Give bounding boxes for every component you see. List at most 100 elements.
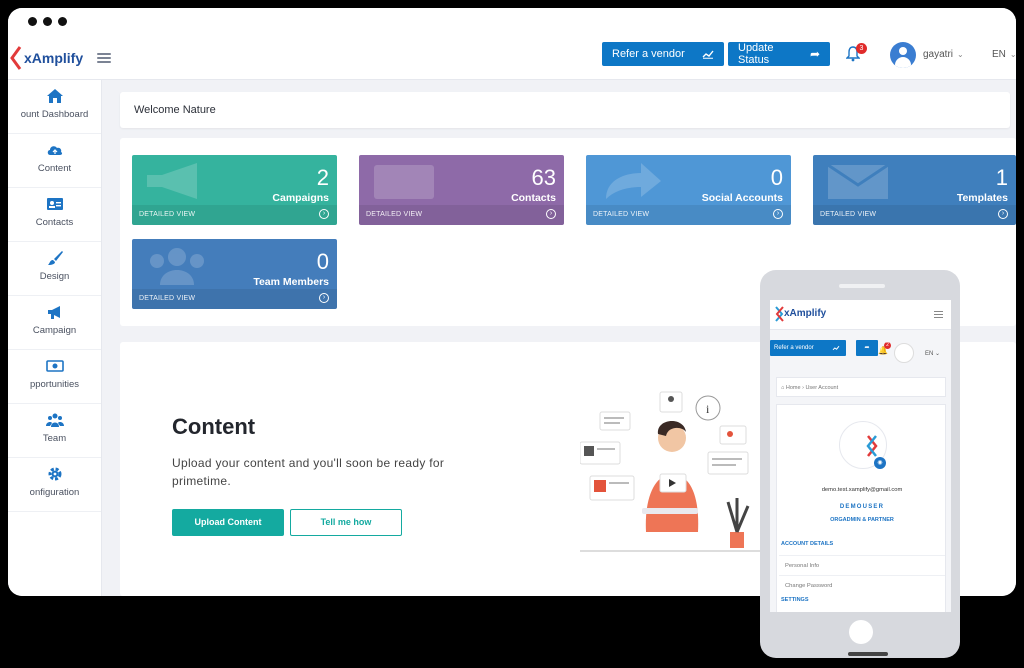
sidebar-item-label: onfiguration bbox=[29, 487, 80, 498]
sidebar-item-contacts[interactable]: Contacts bbox=[8, 188, 101, 242]
stage: xAmplify Refer a vendor Update Status ➦ … bbox=[0, 0, 1024, 668]
detailed-view-link[interactable]: DETAILED VIEW bbox=[593, 211, 649, 218]
gear-icon bbox=[48, 467, 61, 481]
account-details-heading: ACCOUNT DETAILS bbox=[781, 541, 834, 547]
language-label: EN bbox=[992, 49, 1006, 60]
language-selector[interactable]: EN ⌄ bbox=[925, 350, 940, 357]
money-icon bbox=[45, 360, 64, 372]
refer-vendor-label: Refer a vendor bbox=[774, 345, 814, 351]
stat-card-contacts[interactable]: 63 Contacts DETAILED VIEW › bbox=[359, 155, 564, 225]
content-title: Content bbox=[172, 414, 256, 439]
tell-me-how-button[interactable]: Tell me how bbox=[290, 509, 402, 536]
refer-vendor-button[interactable]: Refer a vendor bbox=[602, 42, 724, 66]
sidebar-item-label: ount Dashboard bbox=[20, 109, 89, 120]
arrow-circle-icon: › bbox=[998, 209, 1008, 219]
update-status-button[interactable]: Update Status ➦ bbox=[728, 42, 830, 66]
content-description: Upload your content and you'll soon be r… bbox=[172, 456, 445, 488]
contact-card-icon bbox=[374, 165, 434, 199]
stat-label: Campaigns bbox=[272, 192, 329, 204]
user-menu[interactable]: gayatri ⌄ bbox=[923, 49, 964, 60]
window-dot[interactable] bbox=[28, 17, 37, 26]
home-icon bbox=[46, 89, 63, 103]
phone-mockup: xAmplify Refer a vendor ➦ 🔔 2 EN ⌄ ⌂ Hom… bbox=[760, 270, 960, 658]
stat-card-team-members[interactable]: 0 Team Members DETAILED VIEW › bbox=[132, 239, 337, 309]
team-icon bbox=[45, 413, 64, 427]
detailed-view-link[interactable]: DETAILED VIEW bbox=[820, 211, 876, 218]
sidebar: ount Dashboard Content Contacts Design C… bbox=[8, 80, 102, 596]
settings-heading: SETTINGS bbox=[781, 597, 809, 603]
detailed-view-link[interactable]: DETAILED VIEW bbox=[139, 295, 195, 302]
stat-value: 2 bbox=[316, 165, 329, 190]
profile-card: ◉ demo.test.xamplify@gmail.com DEMOUSER … bbox=[776, 404, 946, 612]
stat-value: 63 bbox=[531, 165, 556, 190]
language-label: EN bbox=[925, 351, 934, 357]
sidebar-item-campaign[interactable]: Campaign bbox=[8, 296, 101, 350]
camera-icon[interactable]: ◉ bbox=[874, 457, 886, 469]
avatar[interactable] bbox=[890, 42, 916, 68]
stat-label: Social Accounts bbox=[701, 192, 783, 204]
stat-footer[interactable]: DETAILED VIEW › bbox=[132, 205, 337, 225]
cloud-upload-icon bbox=[47, 146, 62, 155]
stat-footer[interactable]: DETAILED VIEW › bbox=[813, 205, 1016, 225]
contact-card-icon bbox=[46, 198, 63, 210]
hamburger-menu-icon[interactable] bbox=[934, 311, 943, 318]
window-dot[interactable] bbox=[43, 17, 52, 26]
change-password-link[interactable]: Change Password bbox=[779, 575, 945, 595]
phone-brand-mark bbox=[848, 652, 888, 656]
upload-content-button[interactable]: Upload Content bbox=[172, 509, 284, 536]
stat-card-social-accounts[interactable]: 0 Social Accounts DETAILED VIEW › bbox=[586, 155, 791, 225]
language-selector[interactable]: EN ⌄ bbox=[992, 49, 1016, 60]
sidebar-item-dashboard[interactable]: ount Dashboard bbox=[8, 80, 101, 134]
sidebar-item-label: Campaign bbox=[32, 325, 77, 336]
stat-footer[interactable]: DETAILED VIEW › bbox=[586, 205, 791, 225]
stat-card-templates[interactable]: 1 Templates DETAILED VIEW › bbox=[813, 155, 1016, 225]
detailed-view-link[interactable]: DETAILED VIEW bbox=[139, 211, 195, 218]
envelope-icon bbox=[827, 163, 889, 199]
sidebar-item-opportunities[interactable]: pportunities bbox=[8, 350, 101, 404]
personal-info-link[interactable]: Personal Info bbox=[779, 555, 945, 575]
phone-screen: xAmplify Refer a vendor ➦ 🔔 2 EN ⌄ ⌂ Hom… bbox=[770, 300, 951, 612]
detailed-view-link[interactable]: DETAILED VIEW bbox=[366, 211, 422, 218]
team-icon bbox=[150, 248, 204, 285]
profile-email: demo.test.xamplify@gmail.com bbox=[821, 487, 903, 493]
sidebar-item-label: Content bbox=[37, 163, 72, 174]
share-arrow-icon: ➦ bbox=[809, 47, 820, 61]
arrow-circle-icon: › bbox=[319, 209, 329, 219]
stat-card-campaigns[interactable]: 2 Campaigns DETAILED VIEW › bbox=[132, 155, 337, 225]
browser-chrome bbox=[8, 8, 1016, 36]
line-chart-icon bbox=[702, 50, 714, 59]
sidebar-item-label: Design bbox=[39, 271, 70, 282]
stat-footer[interactable]: DETAILED VIEW › bbox=[132, 289, 337, 309]
notification-badge: 3 bbox=[856, 43, 867, 54]
sidebar-item-team[interactable]: Team bbox=[8, 404, 101, 458]
logo[interactable]: xAmplify bbox=[10, 45, 83, 71]
avatar[interactable] bbox=[894, 343, 914, 363]
share-arrow-icon bbox=[606, 163, 661, 199]
sidebar-item-label: pportunities bbox=[29, 379, 80, 390]
user-name: gayatri bbox=[923, 49, 954, 60]
stat-value: 0 bbox=[770, 165, 783, 190]
mobile-toolbar: Refer a vendor ➦ 🔔 2 EN ⌄ bbox=[770, 332, 951, 364]
breadcrumb-home[interactable]: Home bbox=[786, 385, 801, 391]
mobile-refer-vendor-button[interactable]: Refer a vendor bbox=[770, 340, 846, 356]
arrow-circle-icon: › bbox=[546, 209, 556, 219]
mobile-update-status-button[interactable]: ➦ bbox=[856, 340, 878, 356]
sidebar-item-configuration[interactable]: onfiguration bbox=[8, 458, 101, 512]
paintbrush-icon bbox=[47, 251, 63, 265]
home-icon: ⌂ bbox=[781, 385, 785, 391]
logo-mark-icon bbox=[775, 306, 784, 322]
stat-value: 0 bbox=[316, 249, 329, 274]
mobile-logo-text[interactable]: xAmplify bbox=[784, 308, 826, 319]
phone-home-button[interactable] bbox=[849, 620, 873, 644]
sidebar-item-design[interactable]: Design bbox=[8, 242, 101, 296]
mobile-header: xAmplify bbox=[770, 300, 951, 330]
stat-footer[interactable]: DETAILED VIEW › bbox=[359, 205, 564, 225]
sidebar-item-label: Team bbox=[42, 433, 67, 444]
stat-label: Contacts bbox=[511, 192, 556, 204]
window-dot[interactable] bbox=[58, 17, 67, 26]
profile-role: ORGADMIN & PARTNER bbox=[830, 517, 894, 523]
sidebar-item-content[interactable]: Content bbox=[8, 134, 101, 188]
welcome-text: Welcome Nature bbox=[134, 104, 216, 116]
breadcrumb-current: User Account bbox=[805, 385, 839, 391]
hamburger-menu-icon[interactable] bbox=[97, 52, 112, 63]
